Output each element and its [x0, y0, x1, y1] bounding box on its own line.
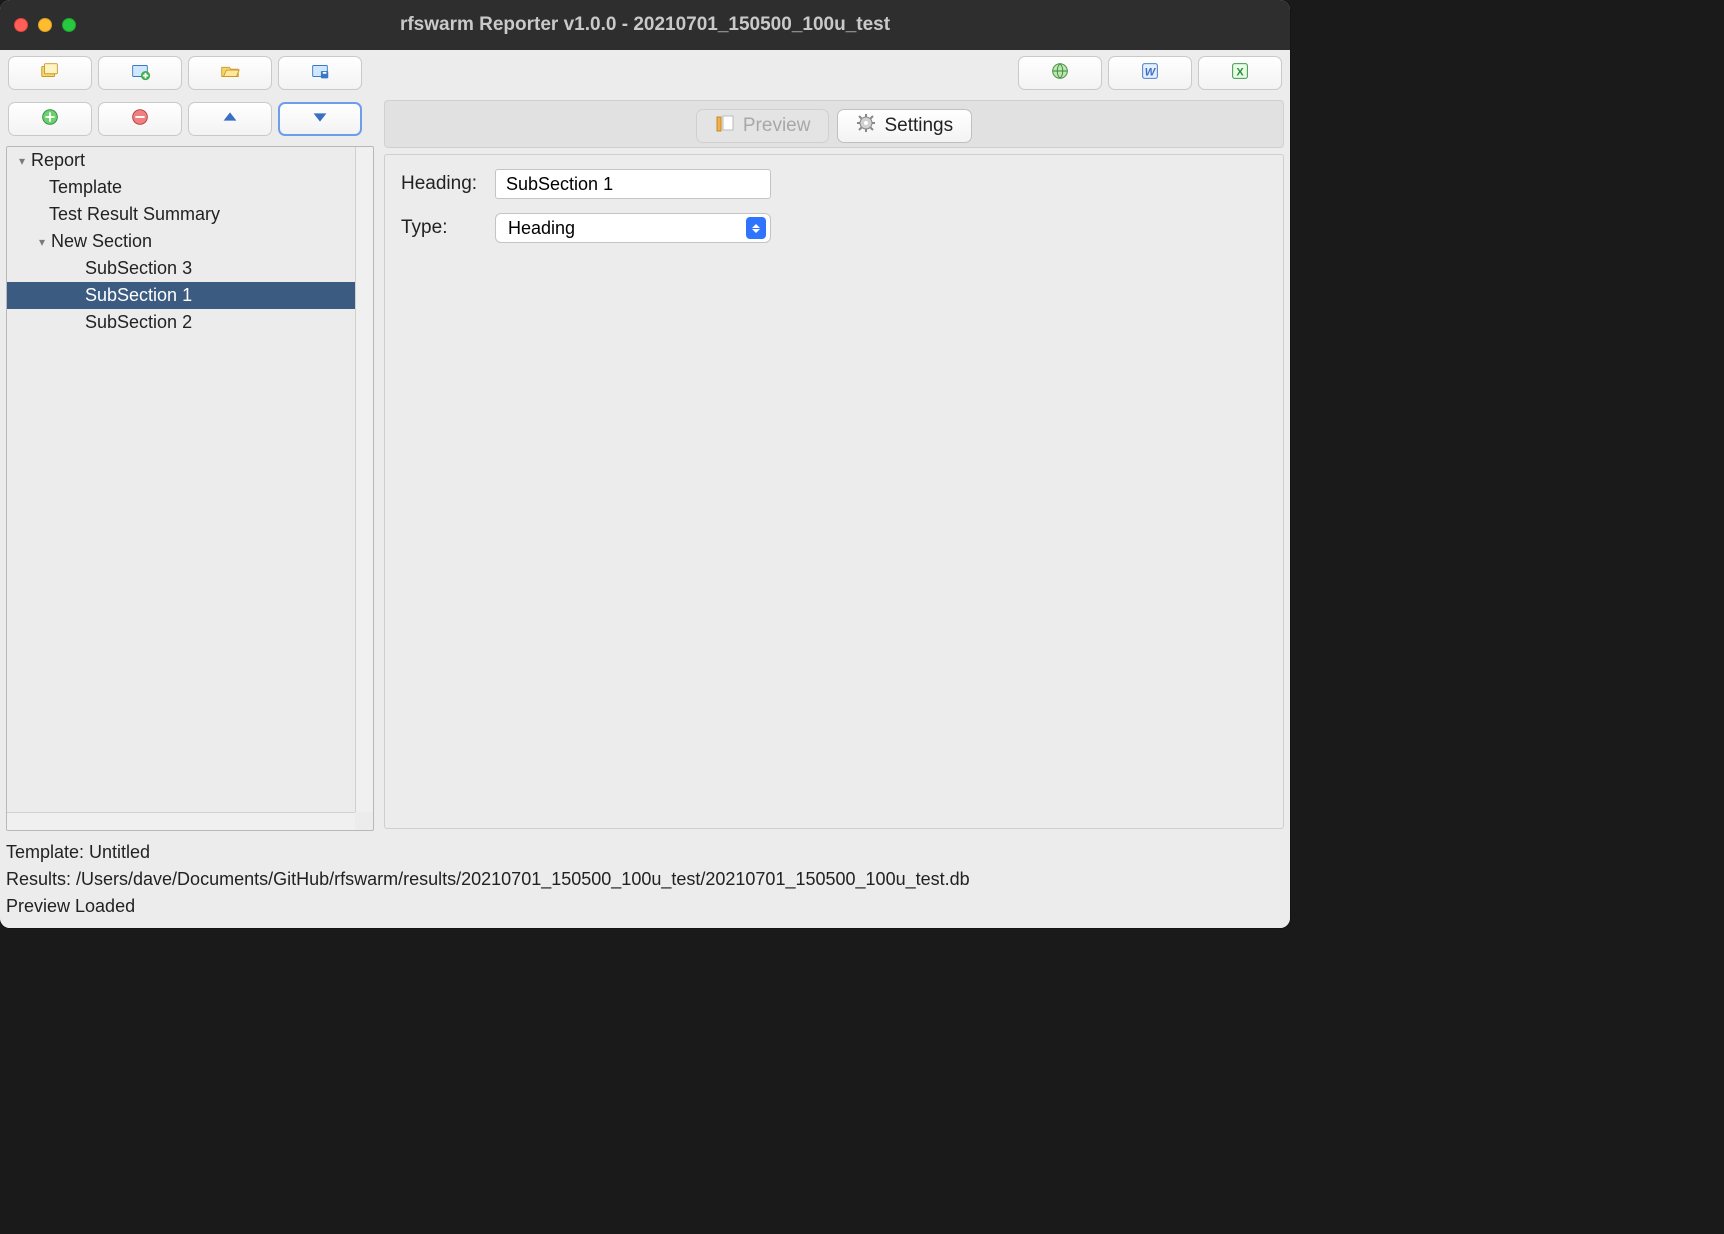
ruler-icon	[715, 113, 735, 139]
tree-item-selected[interactable]: SubSection 1	[7, 282, 355, 309]
move-down-icon	[309, 106, 331, 133]
tree-item[interactable]: Template	[7, 174, 355, 201]
tree-view: ▾ Report Template Test Result Summary ▾ …	[6, 146, 374, 831]
add-icon	[39, 106, 61, 133]
template-copy-button[interactable]	[8, 56, 92, 90]
heading-input[interactable]	[495, 169, 771, 199]
type-label: Type:	[401, 217, 483, 239]
tree-scrollbar-vertical[interactable]	[355, 147, 373, 812]
export-word-icon: W	[1139, 60, 1161, 87]
tree-label: New Section	[51, 231, 152, 252]
tab-label: Settings	[884, 115, 953, 137]
folder-save-icon	[309, 60, 331, 87]
move-up-icon	[219, 106, 241, 133]
body: ▾ Report Template Test Result Summary ▾ …	[0, 96, 1290, 835]
gear-icon	[856, 113, 876, 139]
template-new-button[interactable]	[98, 56, 182, 90]
tree-label: Report	[31, 150, 85, 171]
add-section-button[interactable]	[8, 102, 92, 136]
top-toolbar: W X	[0, 50, 1290, 96]
heading-row: Heading:	[401, 169, 1267, 199]
move-up-button[interactable]	[188, 102, 272, 136]
export-excel-button[interactable]: X	[1198, 56, 1282, 90]
tree-item[interactable]: SubSection 2	[7, 309, 355, 336]
titlebar: rfswarm Reporter v1.0.0 - 20210701_15050…	[0, 0, 1290, 50]
folder-open-icon	[219, 60, 241, 87]
tree-label: Template	[49, 177, 122, 198]
status-bar: Template: Untitled Results: /Users/dave/…	[0, 835, 1290, 928]
minimize-window-button[interactable]	[38, 18, 52, 32]
chevron-down-icon: ▾	[35, 235, 49, 249]
heading-label: Heading:	[401, 173, 483, 195]
remove-icon	[129, 106, 151, 133]
export-html-icon	[1049, 60, 1071, 87]
select-stepper-icon	[746, 217, 766, 239]
left-panel: ▾ Report Template Test Result Summary ▾ …	[0, 96, 378, 835]
close-window-button[interactable]	[14, 18, 28, 32]
tree-root[interactable]: ▾ Report	[7, 147, 355, 174]
tab-bar: Preview Settings	[384, 100, 1284, 148]
tree-item[interactable]: SubSection 3	[7, 255, 355, 282]
export-excel-icon: X	[1229, 60, 1251, 87]
tree-label: Test Result Summary	[49, 204, 220, 225]
window-title: rfswarm Reporter v1.0.0 - 20210701_15050…	[400, 14, 890, 36]
chevron-down-icon: ▾	[15, 154, 29, 168]
app-window: rfswarm Reporter v1.0.0 - 20210701_15050…	[0, 0, 1290, 928]
tree-item[interactable]: Test Result Summary	[7, 201, 355, 228]
move-down-button[interactable]	[278, 102, 362, 136]
svg-text:W: W	[1145, 66, 1157, 78]
settings-panel: Heading: Type: Heading	[384, 154, 1284, 829]
type-select-value: Heading	[508, 218, 575, 239]
status-preview: Preview Loaded	[6, 893, 1284, 920]
right-panel: Preview Settings Heading: Type:	[378, 96, 1290, 835]
tree-item[interactable]: ▾ New Section	[7, 228, 355, 255]
status-template: Template: Untitled	[6, 839, 1284, 866]
tree-label: SubSection 1	[85, 285, 192, 306]
tab-label: Preview	[743, 115, 811, 137]
tree-scroll[interactable]: ▾ Report Template Test Result Summary ▾ …	[7, 147, 355, 812]
tree-label: SubSection 2	[85, 312, 192, 333]
tree-label: SubSection 3	[85, 258, 192, 279]
folder-new-icon	[129, 60, 151, 87]
type-select[interactable]: Heading	[495, 213, 771, 243]
folder-copy-icon	[39, 60, 61, 87]
tab-preview[interactable]: Preview	[696, 109, 830, 143]
remove-section-button[interactable]	[98, 102, 182, 136]
window-controls	[14, 18, 76, 32]
template-save-button[interactable]	[278, 56, 362, 90]
type-row: Type: Heading	[401, 213, 1267, 243]
export-word-button[interactable]: W	[1108, 56, 1192, 90]
export-html-button[interactable]	[1018, 56, 1102, 90]
tab-settings[interactable]: Settings	[837, 109, 972, 143]
tree-scrollbar-horizontal[interactable]	[7, 812, 355, 830]
status-results: Results: /Users/dave/Documents/GitHub/rf…	[6, 866, 1284, 893]
zoom-window-button[interactable]	[62, 18, 76, 32]
tree-toolbar	[0, 96, 378, 142]
template-open-button[interactable]	[188, 56, 272, 90]
svg-text:X: X	[1236, 66, 1244, 78]
